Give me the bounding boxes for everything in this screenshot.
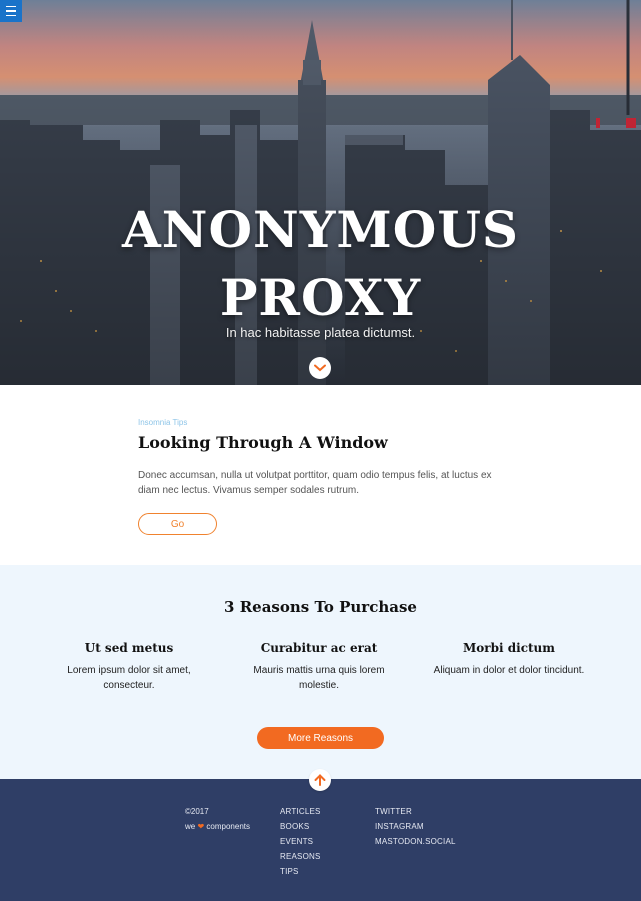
footer-link-reasons[interactable]: REASONS	[280, 849, 321, 864]
footer-link-mastodon[interactable]: MASTODON.SOCIAL	[375, 834, 456, 849]
hero-title-line2: PROXY	[219, 268, 422, 327]
article-body: Donec accumsan, nulla ut volutpat portti…	[138, 470, 492, 496]
hamburger-icon	[6, 4, 16, 18]
hero-subtitle: In hac habitasse platea dictumst.	[225, 325, 416, 340]
scroll-down-button[interactable]	[309, 357, 331, 379]
footer: ©2017 we ❤ components ARTICLES BOOKS EVE…	[0, 779, 641, 901]
more-reasons-button[interactable]: More Reasons	[257, 727, 384, 749]
footer-nav-sections: ARTICLES BOOKS EVENTS REASONS TIPS	[280, 804, 321, 879]
menu-button[interactable]	[0, 0, 22, 22]
copyright: ©2017	[185, 807, 209, 816]
footer-link-articles[interactable]: ARTICLES	[280, 804, 321, 819]
chevron-down-icon	[314, 364, 326, 372]
footer-link-books[interactable]: BOOKS	[280, 819, 321, 834]
reason-item: Curabitur ac erat Mauris mattis urna qui…	[234, 641, 404, 693]
arrow-up-icon	[314, 774, 326, 786]
heart-icon: ❤	[197, 822, 205, 831]
go-button[interactable]: Go	[138, 513, 217, 535]
tagline-we: we	[185, 822, 196, 831]
hero-title-line1: ANONYMOUS	[121, 200, 520, 259]
footer-link-twitter[interactable]: TWITTER	[375, 804, 456, 819]
hero-title: ANONYMOUS PROXY	[0, 196, 641, 332]
article-section: Insomnia Tips Looking Through A Window D…	[0, 385, 641, 565]
reason-heading: Curabitur ac erat	[260, 641, 378, 655]
tagline-rest: components	[206, 822, 250, 831]
reason-text: Aliquam in dolor et dolor tincidunt.	[433, 665, 585, 676]
back-to-top-button[interactable]	[309, 769, 331, 791]
reason-heading: Ut sed metus	[84, 641, 174, 655]
footer-link-events[interactable]: EVENTS	[280, 834, 321, 849]
reason-text: Mauris mattis urna quis lorem molestie.	[253, 665, 385, 691]
hero-section: ANONYMOUS PROXY In hac habitasse platea …	[0, 0, 641, 385]
reason-item: Morbi dictum Aliquam in dolor et dolor t…	[424, 641, 594, 678]
footer-link-tips[interactable]: TIPS	[280, 864, 321, 879]
footer-link-instagram[interactable]: INSTAGRAM	[375, 819, 456, 834]
reason-item: Ut sed metus Lorem ipsum dolor sit amet,…	[44, 641, 214, 693]
article-title: Looking Through A Window	[138, 433, 388, 452]
footer-tagline: we ❤ components	[185, 819, 250, 834]
reason-text: Lorem ipsum dolor sit amet, consecteur.	[67, 665, 191, 691]
reasons-title: 3 Reasons To Purchase	[224, 598, 417, 616]
footer-brand: ©2017 we ❤ components	[185, 804, 250, 834]
footer-nav-social: TWITTER INSTAGRAM MASTODON.SOCIAL	[375, 804, 456, 849]
article-tag[interactable]: Insomnia Tips	[138, 418, 187, 427]
reason-heading: Morbi dictum	[463, 641, 555, 655]
reasons-section: 3 Reasons To Purchase Ut sed metus Lorem…	[0, 565, 641, 779]
